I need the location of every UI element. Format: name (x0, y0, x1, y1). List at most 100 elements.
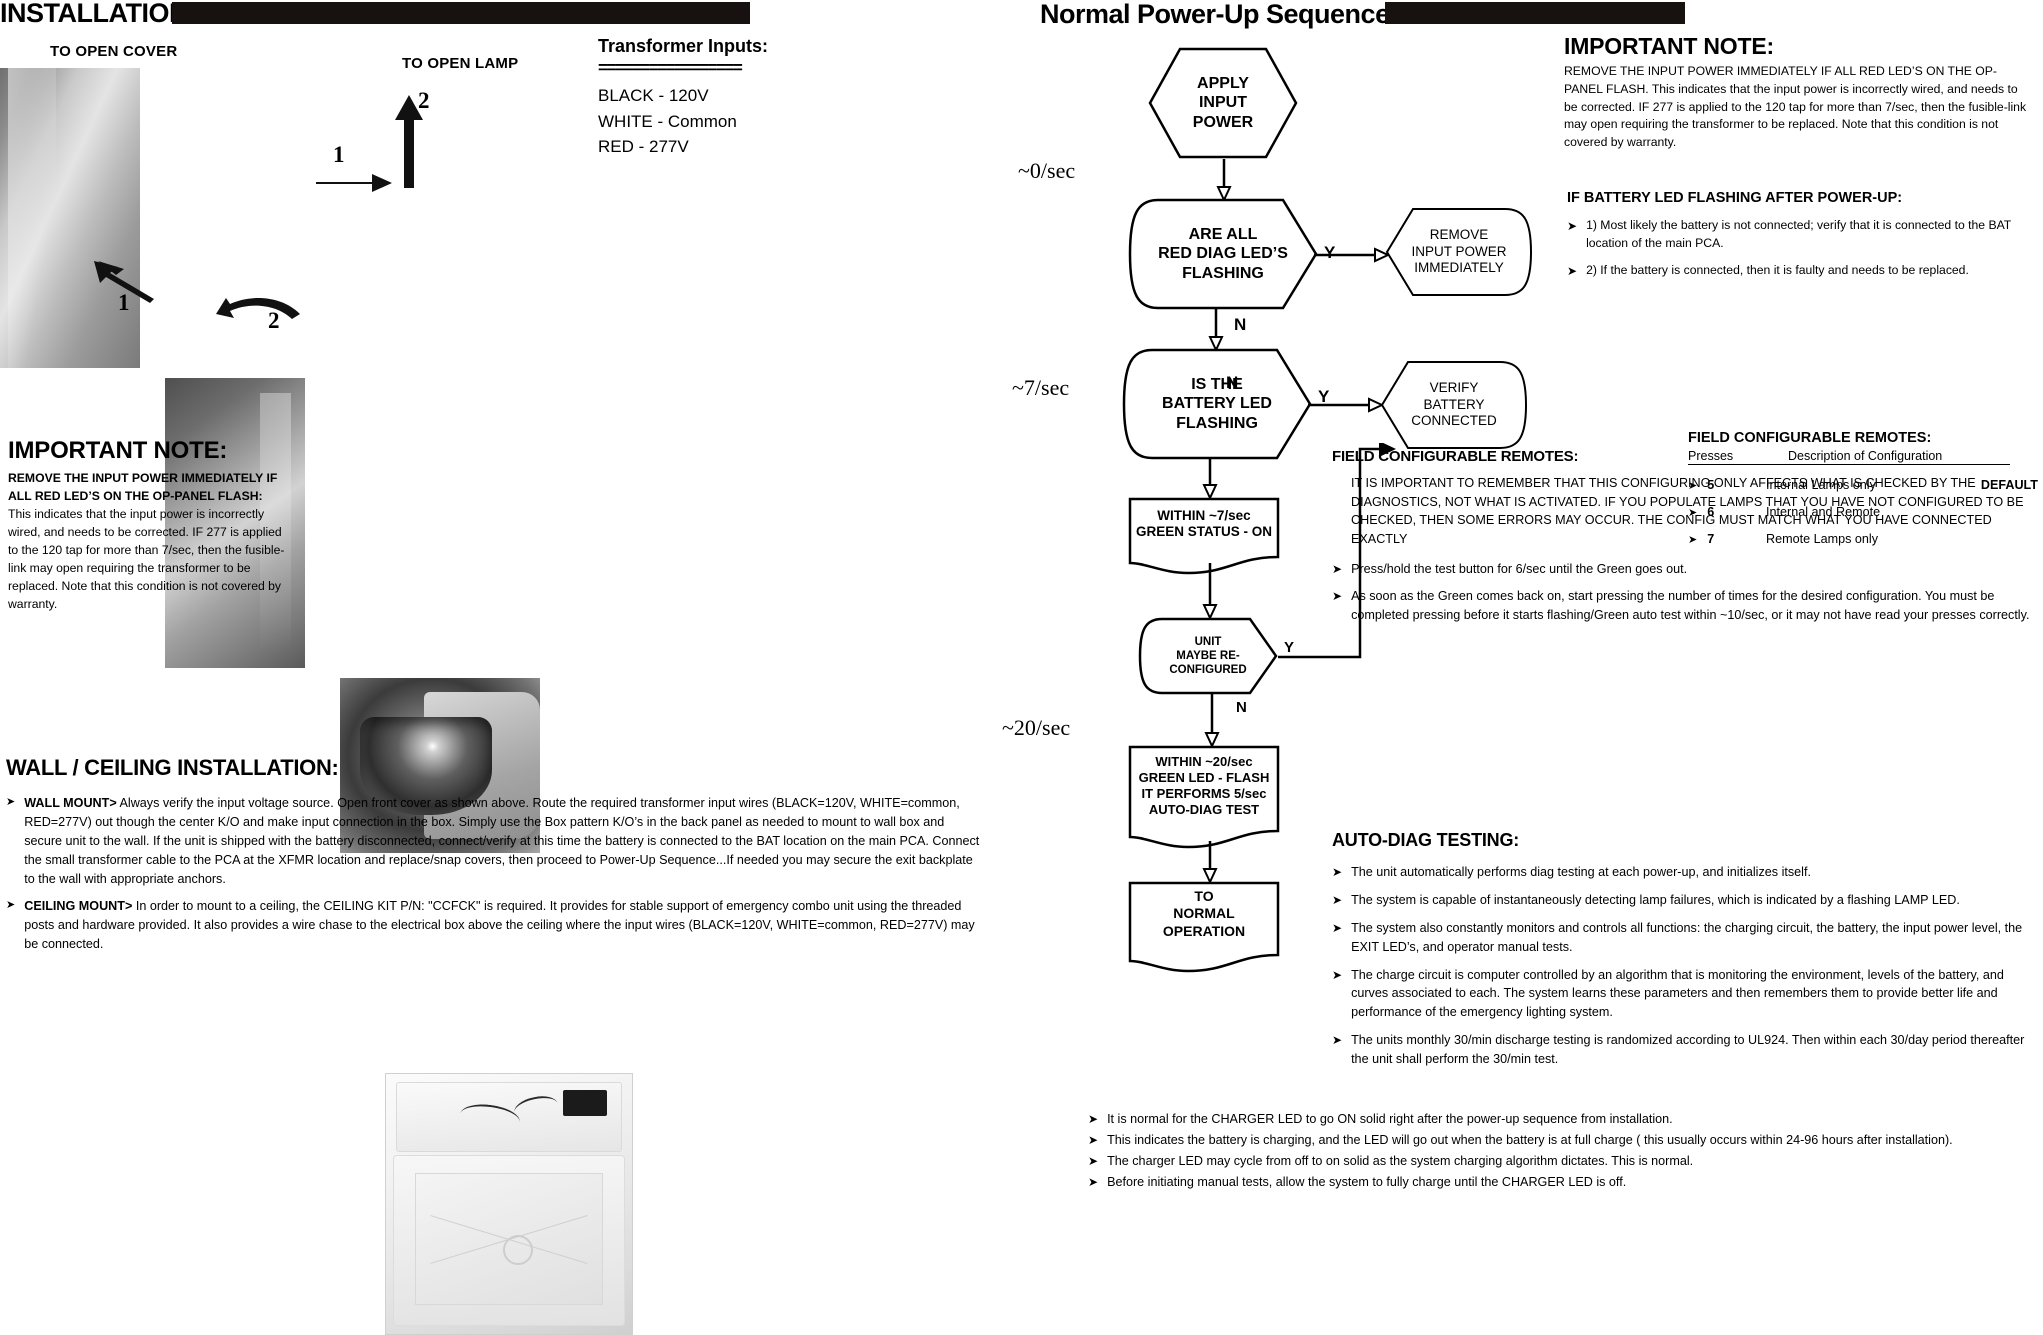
bullet-arrow-icon: ➤ (1332, 892, 1343, 907)
transformer-inputs-rule: ================= (598, 58, 743, 77)
bullet-arrow-icon: ➤ (6, 899, 16, 912)
flow-arrow-within20-to-normal (1202, 841, 1218, 883)
page-title-power-up: Normal Power-Up Sequence (1040, 0, 1390, 29)
battery-flashing-item-1: 1) Most likely the battery is not connec… (1586, 218, 2012, 250)
ceiling-mount-body: In order to mount to a ceiling, the CEIL… (24, 899, 975, 952)
flow-node-to-normal-operation: TO NORMAL OPERATION (1128, 881, 1280, 973)
left-important-note: IMPORTANT NOTE: REMOVE THE INPUT POWER I… (8, 437, 288, 614)
title-rule-left (172, 2, 492, 24)
bullet-arrow-icon: ➤ (1332, 967, 1343, 982)
remotes-info-item: ➤ Press/hold the test button for 6/sec u… (1332, 560, 2042, 579)
wall-ceiling-heading: WALL / CEILING INSTALLATION: (6, 755, 339, 780)
auto-diag-item-3: The system also constantly monitors and … (1351, 920, 2023, 954)
arrow-step-1-lamp (316, 174, 392, 192)
charger-note-1: It is normal for the CHARGER LED to go O… (1107, 1112, 1673, 1126)
charger-note-item: ➤ This indicates the battery is charging… (1088, 1131, 2038, 1150)
auto-diag-item-5: The units monthly 30/min discharge testi… (1351, 1033, 2025, 1067)
battery-flashing-heading: IF BATTERY LED FLASHING AFTER POWER-UP: (1567, 190, 1903, 206)
bullet-arrow-icon: ➤ (1567, 219, 1578, 233)
transformer-line-red: RED - 277V (598, 137, 689, 156)
ceiling-mount-lead: CEILING MOUNT> (24, 899, 133, 914)
step-number-2-cover: 2 (268, 308, 280, 333)
remotes-info-heading: FIELD CONFIGURABLE REMOTES: (1332, 448, 1579, 465)
charger-note-item: ➤ It is normal for the CHARGER LED to go… (1088, 1110, 2038, 1129)
battery-flashing-item-2: 2) If the battery is connected, then it … (1586, 262, 1969, 277)
auto-diag-item-1: The unit automatically performs diag tes… (1351, 865, 1811, 879)
flow-node-unit-maybe-reconfigured: UNIT MAYBE RE- CONFIGURED (1138, 617, 1278, 695)
bullet-arrow-icon: ➤ (1088, 1153, 1099, 1168)
bullet-arrow-icon: ➤ (1332, 920, 1343, 935)
title-rule-right (1385, 2, 1685, 24)
wall-mount-body: Always verify the input voltage source. … (24, 796, 980, 886)
remotes-info-item-2: As soon as the Green comes back on, star… (1351, 589, 2030, 623)
ceiling-mount-item: ➤ CEILING MOUNT> In order to mount to a … (6, 897, 1006, 954)
flow-edge-label-n3: N (1236, 699, 1247, 716)
charger-note-2: This indicates the battery is charging, … (1107, 1132, 1953, 1147)
wall-ceiling-section: WALL / CEILING INSTALLATION: ➤ WALL MOUN… (6, 755, 1006, 963)
flow-arrow-battery-to-within7 (1202, 459, 1218, 499)
charger-note-3: The charger LED may cycle from off to on… (1107, 1153, 1694, 1168)
auto-diag-item-4: The charge circuit is computer controlle… (1351, 967, 2004, 1020)
left-important-note-body: This indicates that the input power is i… (8, 506, 285, 611)
left-panel: INSTALLATION TO OPEN COVER TO OPEN LAMP … (0, 0, 1020, 1335)
wall-mount-lead: WALL MOUNT> (24, 796, 117, 810)
flow-node-apply-input-power: APPLY INPUT POWER (1148, 47, 1298, 159)
flow-node-within-7sec-label: WITHIN ~7/sec GREEN STATUS - ON (1135, 507, 1272, 539)
flow-node-verify-battery-connected-label: VERIFY BATTERY CONNECTED (1411, 380, 1497, 429)
remotes-info-paragraph: IT IS IMPORTANT TO REMEMBER THAT THIS CO… (1351, 476, 2024, 546)
page-title-installation: INSTALLATION (0, 0, 188, 28)
flow-arrow-reddiag-to-remove (1314, 247, 1390, 263)
flow-node-apply-input-power-label: APPLY INPUT POWER (1192, 74, 1254, 131)
flow-edge-label-n1: N (1234, 315, 1247, 334)
flow-arrow-within7-to-reconfig (1202, 563, 1218, 619)
right-important-note-heading: IMPORTANT NOTE: (1564, 33, 1774, 59)
charger-note-item: ➤ Before initiating manual tests, allow … (1088, 1173, 2038, 1192)
bullet-arrow-icon: ➤ (1088, 1132, 1099, 1147)
flow-node-battery-led-flashing-label: IS THE BATTERY LED FLASHING (1162, 375, 1272, 432)
charger-note-item: ➤ The charger LED may cycle from off to … (1088, 1152, 2038, 1171)
transformer-line-white: WHITE - Common (598, 111, 737, 131)
auto-diag-item-2: The system is capable of instantaneously… (1351, 892, 1960, 907)
arrow-step-2-cover (216, 298, 300, 319)
flow-time-label-0sec: ~0/sec (1018, 158, 1076, 183)
bullet-arrow-icon: ➤ (1332, 865, 1343, 879)
flow-node-unit-maybe-reconfigured-label: UNIT MAYBE RE- CONFIGURED (1169, 635, 1247, 676)
bullet-arrow-icon: ➤ (1088, 1112, 1099, 1126)
remotes-table-heading: FIELD CONFIGURABLE REMOTES: (1688, 430, 1932, 446)
flow-node-remove-input-power-label: REMOVE INPUT POWER IMMEDIATELY (1411, 227, 1507, 276)
flow-node-to-normal-operation-label: TO NORMAL OPERATION (1162, 888, 1246, 939)
flow-node-within-20sec-label: WITHIN ~20/sec GREEN LED - FLASH IT PERF… (1138, 754, 1270, 817)
flow-node-within-20sec: WITHIN ~20/sec GREEN LED - FLASH IT PERF… (1128, 745, 1280, 849)
transformer-line-black: BLACK - 120V (598, 86, 709, 105)
auto-diag-heading: AUTO-DIAG TESTING: (1332, 830, 1520, 850)
flow-node-remove-input-power: REMOVE INPUT POWER IMMEDIATELY (1385, 207, 1533, 297)
step-number-1-lamp: 1 (333, 142, 345, 167)
step-number-2-lamp: 2 (418, 88, 430, 113)
wall-mount-item: ➤ WALL MOUNT> Always verify the input vo… (6, 794, 1006, 888)
transformer-inputs-title: Transformer Inputs: (598, 36, 769, 56)
auto-diag-item: ➤ The charge circuit is computer control… (1332, 966, 2042, 1023)
caption-to-open-lamp: TO OPEN LAMP (402, 55, 519, 72)
flow-node-red-diag-flashing: ARE ALL RED DIAG LED’S FLASHING (1128, 198, 1318, 310)
right-important-note: IMPORTANT NOTE: REMOVE THE INPUT POWER I… (1564, 33, 2032, 152)
bullet-arrow-icon: ➤ (6, 796, 16, 808)
flow-node-within-7sec: WITHIN ~7/sec GREEN STATUS - ON (1128, 497, 1280, 575)
flow-time-label-20sec: ~20/sec (1002, 715, 1071, 740)
caption-to-open-cover: TO OPEN COVER (50, 43, 178, 60)
flow-arrow-reconfig-to-within20 (1204, 693, 1220, 747)
bullet-arrow-icon: ➤ (1332, 589, 1343, 604)
flow-node-red-diag-flashing-label: ARE ALL RED DIAG LED’S FLASHING (1158, 225, 1288, 282)
right-important-note-body: REMOVE THE INPUT POWER IMMEDIATELY IF AL… (1564, 64, 2027, 150)
left-important-note-heading: IMPORTANT NOTE: (8, 437, 228, 464)
flow-arrow-reddiag-to-battery (1208, 309, 1224, 351)
remotes-info-item-1: Press/hold the test button for 6/sec unt… (1351, 561, 1688, 576)
flow-node-verify-battery-connected: VERIFY BATTERY CONNECTED (1380, 360, 1528, 450)
auto-diag-item: ➤ The units monthly 30/min discharge tes… (1332, 1031, 2042, 1069)
auto-diag-section: AUTO-DIAG TESTING: ➤ The unit automatica… (1332, 830, 2042, 1078)
remotes-info-item: ➤ As soon as the Green comes back on, st… (1332, 587, 2042, 625)
right-panel: Normal Power-Up Sequence APPLY INPUT POW… (1002, 0, 2043, 1212)
flow-time-label-7sec: ~7/sec (1012, 375, 1070, 400)
auto-diag-item: ➤ The system is capable of instantaneous… (1332, 891, 2042, 910)
transformer-inputs-block: Transformer Inputs: ================= BL… (598, 36, 828, 160)
bullet-arrow-icon: ➤ (1332, 1033, 1343, 1048)
